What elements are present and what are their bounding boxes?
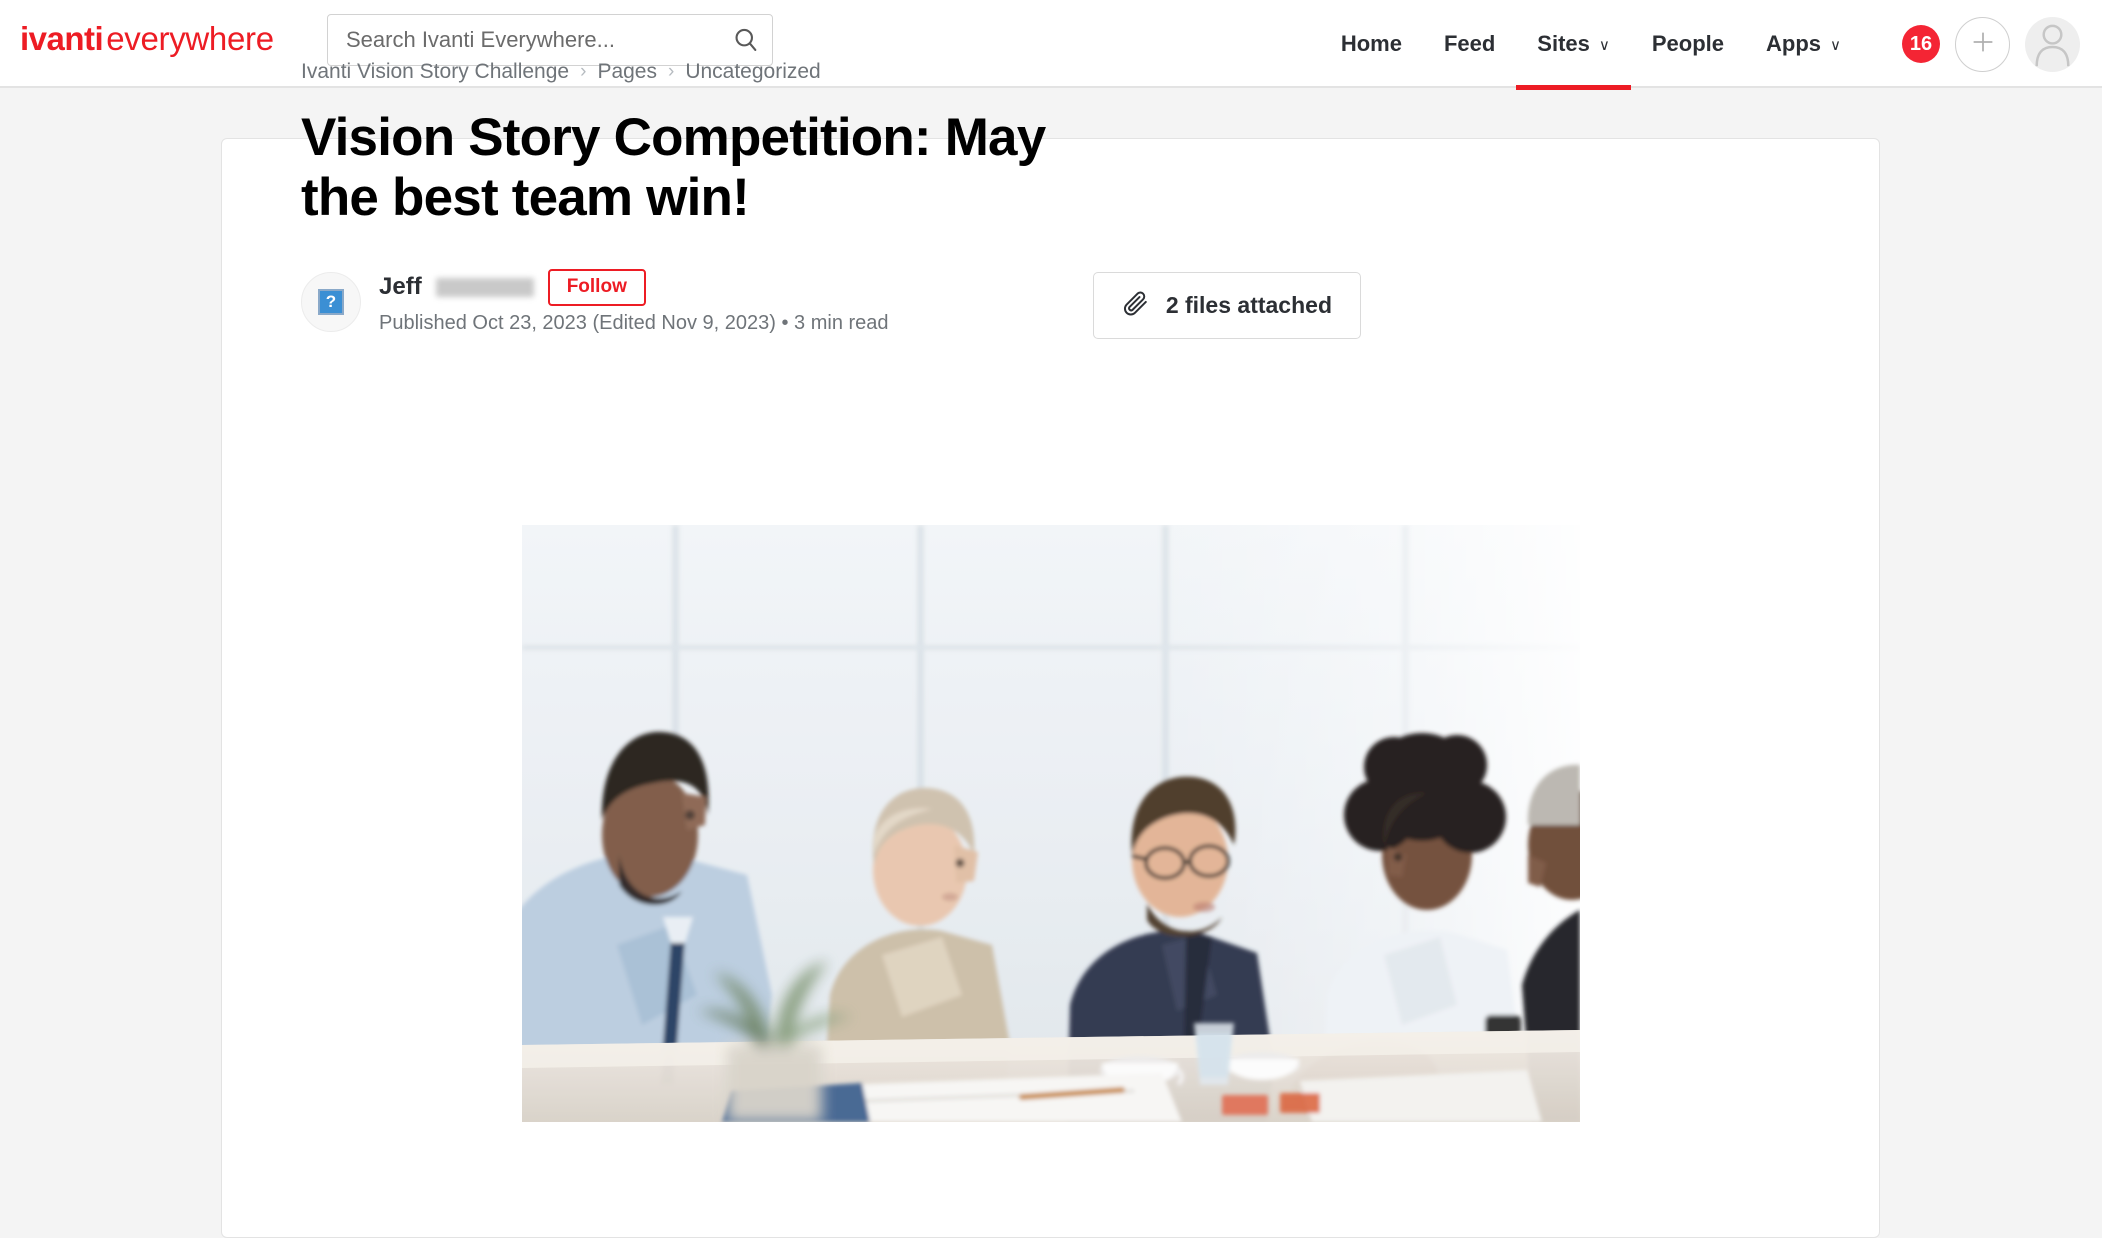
breadcrumb-item-site[interactable]: Ivanti Vision Story Challenge	[301, 60, 569, 84]
breadcrumb-separator-icon: ›	[667, 61, 675, 82]
header-actions: 16	[1902, 0, 2080, 88]
breadcrumb-item-uncategorized[interactable]: Uncategorized	[685, 60, 820, 84]
logo-suffix: everywhere	[106, 20, 274, 57]
user-avatar-icon	[2025, 17, 2080, 72]
article-header: Ivanti Vision Story Challenge › Pages › …	[301, 60, 1361, 339]
profile-avatar[interactable]	[2025, 16, 2080, 72]
nav-item-feed[interactable]: Feed	[1423, 0, 1516, 88]
global-search[interactable]	[327, 14, 773, 66]
nav-item-apps[interactable]: Apps ∨	[1745, 0, 1862, 88]
follow-button[interactable]: Follow	[547, 268, 646, 306]
hero-image	[522, 525, 1580, 1122]
nav-label: Home	[1340, 31, 1402, 56]
attachments-button[interactable]: 2 files attached	[1092, 271, 1361, 339]
breadcrumb-separator-icon: ›	[580, 61, 587, 82]
search-input[interactable]	[328, 15, 720, 65]
nav-item-sites[interactable]: Sites ∨	[1516, 0, 1631, 90]
nav-label: People	[1651, 31, 1725, 56]
page-title: Vision Story Competition: May the best t…	[301, 108, 1046, 228]
attachments-label: 2 files attached	[1165, 291, 1332, 318]
nav-label: Sites	[1537, 31, 1590, 56]
byline-text: Jeff Follow Published Oct 23, 2023 (Edit…	[379, 268, 889, 335]
nav-label: Apps	[1766, 31, 1822, 56]
breadcrumb: Ivanti Vision Story Challenge › Pages › …	[301, 60, 1361, 84]
search-icon[interactable]	[720, 14, 772, 66]
broken-image-icon: ?	[318, 288, 344, 315]
breadcrumb-item-pages[interactable]: Pages	[597, 60, 657, 84]
nav-label: Feed	[1443, 31, 1496, 56]
author-byline: ? Jeff Follow Published Oct 23, 2023 (Ed…	[301, 268, 889, 335]
hero-photo	[522, 525, 1580, 1122]
main-navigation: Home Feed Sites ∨ People Apps ∨	[1320, 0, 1862, 90]
author-first-name[interactable]: Jeff	[379, 273, 422, 301]
author-avatar[interactable]: ?	[301, 271, 361, 332]
author-last-name-redacted	[435, 277, 534, 297]
publish-meta: Published Oct 23, 2023 (Edited Nov 9, 20…	[379, 311, 889, 334]
byline-row: ? Jeff Follow Published Oct 23, 2023 (Ed…	[301, 268, 1361, 339]
paperclip-icon	[1122, 289, 1150, 322]
nav-item-people[interactable]: People	[1631, 0, 1745, 88]
notification-badge[interactable]: 16	[1902, 25, 1940, 63]
plus-icon	[1968, 27, 1998, 62]
chevron-down-icon: ∨	[1598, 36, 1610, 54]
logo-brand: ivanti	[20, 20, 104, 57]
ivanti-everywhere-logo[interactable]: ivantieverywhere	[20, 22, 274, 55]
author-name-line: Jeff Follow	[379, 268, 889, 306]
chevron-down-icon: ∨	[1830, 36, 1841, 54]
create-button[interactable]	[1955, 16, 2010, 72]
